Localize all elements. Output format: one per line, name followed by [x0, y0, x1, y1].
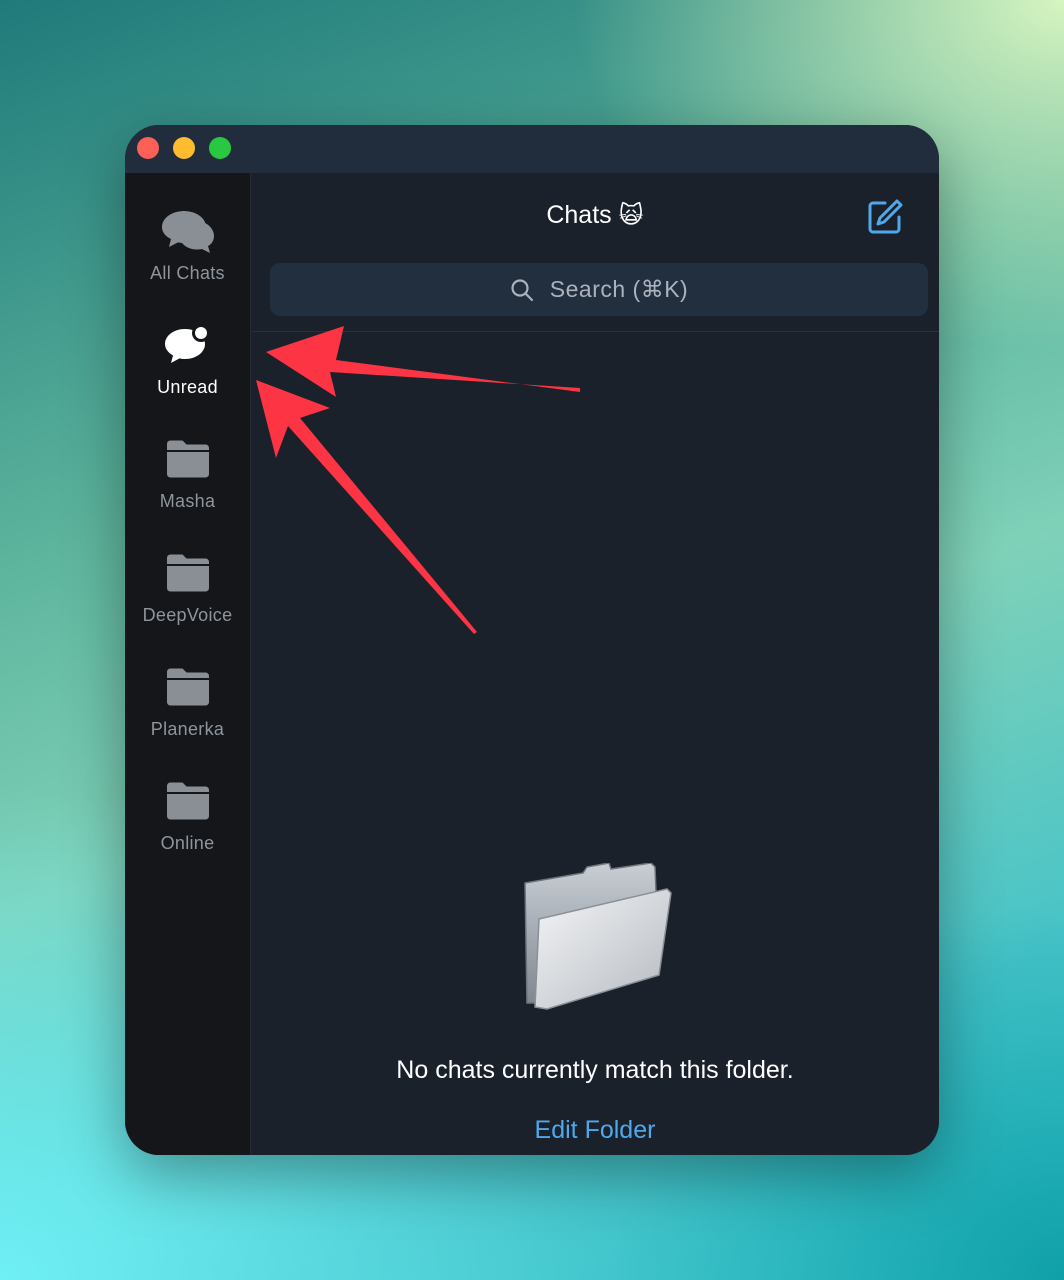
page-title: Chats 🙀	[251, 201, 939, 230]
compose-button[interactable]	[865, 197, 905, 237]
folder-icon	[158, 773, 218, 829]
zoom-window-button[interactable]	[209, 137, 231, 159]
chat-bubbles-icon	[158, 203, 218, 259]
sidebar-item-masha[interactable]: Masha	[125, 431, 250, 531]
folder-icon	[158, 545, 218, 601]
search-icon	[511, 278, 533, 301]
close-window-button[interactable]	[137, 137, 159, 159]
sidebar-item-unread[interactable]: Unread	[125, 317, 250, 417]
unread-bubble-icon	[158, 317, 218, 373]
empty-state-message: No chats currently match this folder.	[396, 1056, 794, 1084]
edit-folder-link[interactable]: Edit Folder	[251, 1116, 939, 1145]
folder-icon	[158, 659, 218, 715]
sidebar-item-all-chats[interactable]: All Chats	[125, 203, 250, 303]
sidebar-item-label: Online	[160, 833, 215, 853]
sidebar-item-online[interactable]: Online	[125, 773, 250, 873]
empty-folder-icon	[521, 862, 681, 1018]
telegram-window: All Chats Unread Masha DeepVoice Planerk…	[125, 125, 939, 1155]
sidebar-item-label: DeepVoice	[142, 605, 233, 625]
page-title-text: Chats	[546, 201, 612, 229]
title-bar	[125, 125, 939, 173]
sidebar-item-label: Masha	[159, 491, 216, 511]
header-divider	[251, 331, 939, 332]
compose-icon	[868, 199, 903, 234]
sidebar-item-planerka[interactable]: Planerka	[125, 659, 250, 759]
minimize-window-button[interactable]	[173, 137, 195, 159]
title-emoji: 🙀	[618, 202, 644, 229]
sidebar-item-label: Unread	[157, 377, 218, 397]
folder-sidebar: All Chats Unread Masha DeepVoice Planerk…	[125, 173, 251, 1155]
folder-icon	[158, 431, 218, 487]
sidebar-item-label: Planerka	[150, 719, 225, 739]
search-placeholder: Search (⌘K)	[549, 276, 689, 302]
sidebar-item-deepvoice[interactable]: DeepVoice	[125, 545, 250, 645]
sidebar-item-label: All Chats	[150, 263, 225, 283]
search-field[interactable]: Search (⌘K)	[270, 263, 928, 316]
chat-list-panel: Chats 🙀 Search (⌘K) No chats currently m…	[251, 173, 939, 1155]
